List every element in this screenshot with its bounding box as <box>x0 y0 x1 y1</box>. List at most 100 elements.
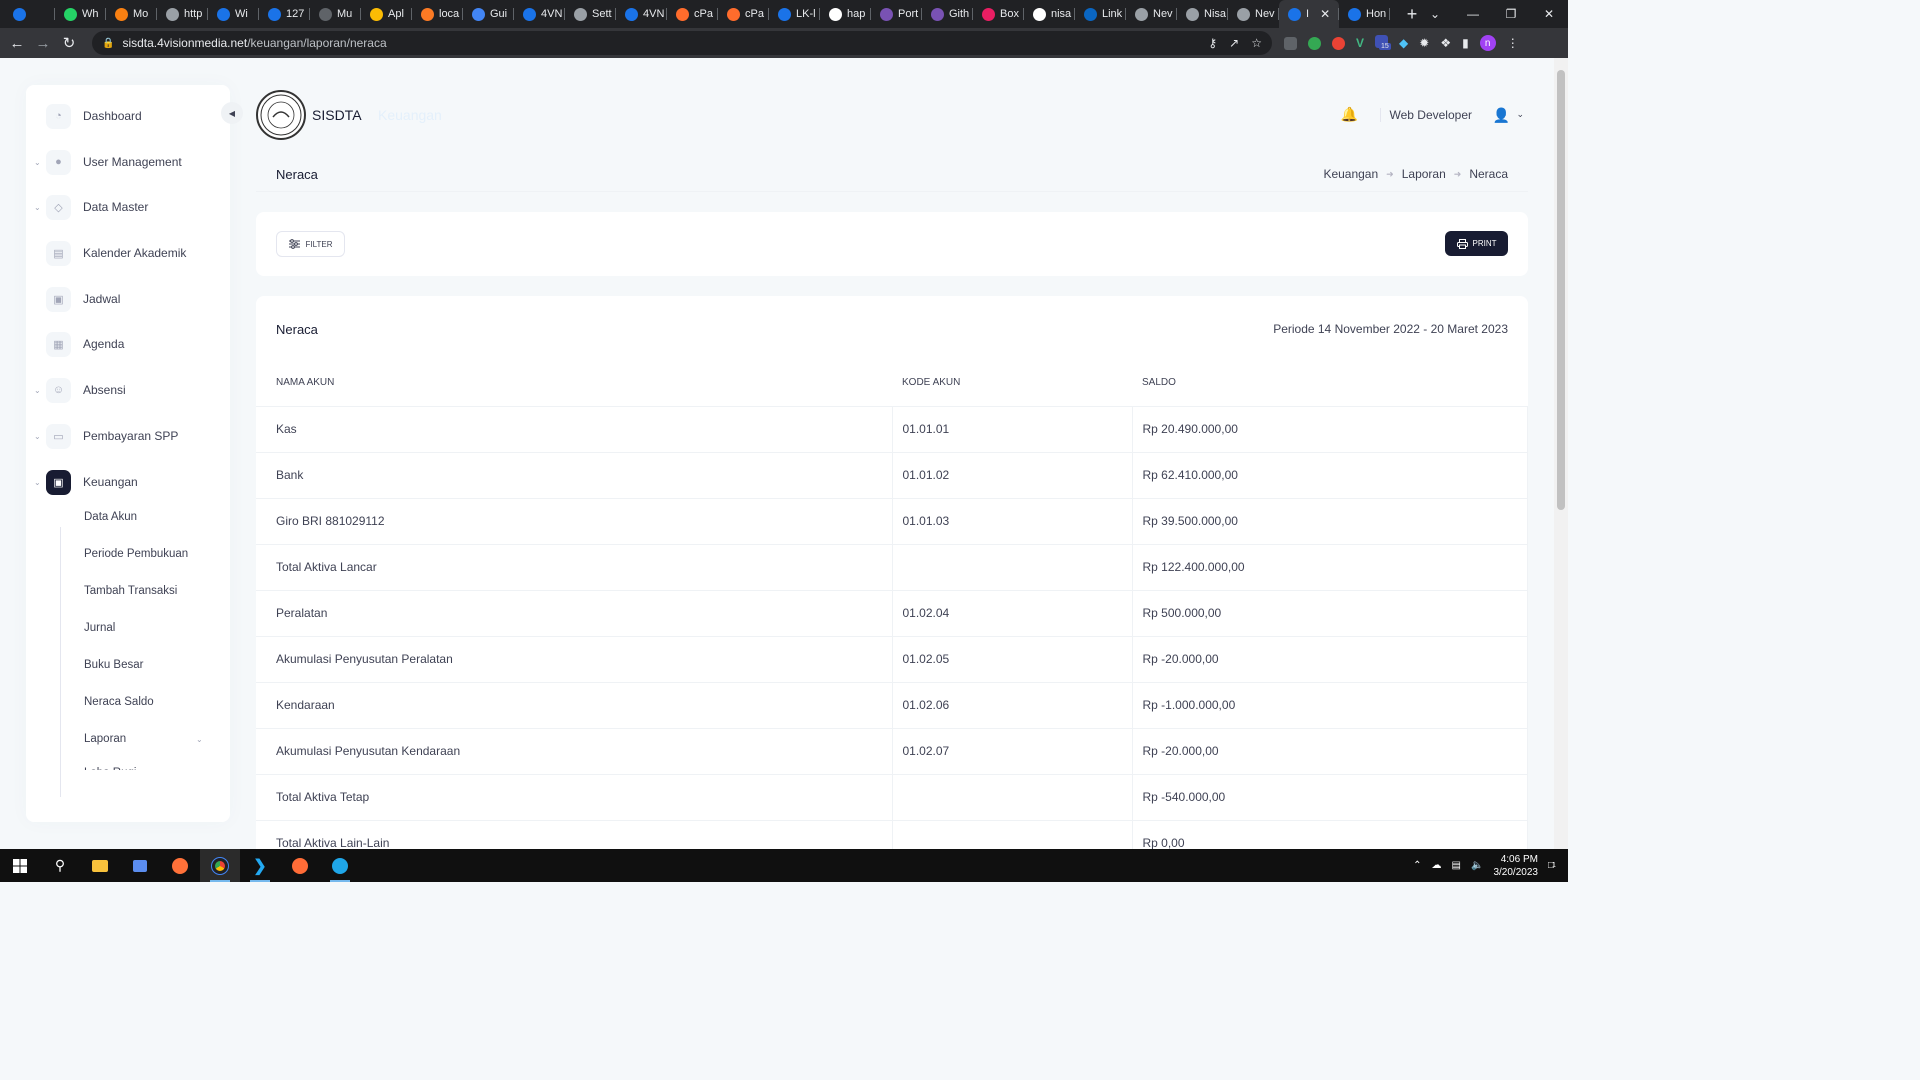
sidebar-item-dashboard[interactable]: ◔ Dashboard <box>26 98 230 134</box>
browser-tab[interactable]: 4VN <box>514 0 565 28</box>
browser-tab[interactable]: Box <box>973 0 1024 28</box>
restore-button[interactable]: ❐ <box>1492 7 1530 21</box>
browser-tab[interactable]: hap <box>820 0 871 28</box>
user-avatar-icon[interactable]: 👤 <box>1493 107 1510 124</box>
chevron-down-icon[interactable]: ⌄ <box>34 478 41 487</box>
sidebar-item-keuangan[interactable]: ⌄ ▣ Keuangan <box>26 464 230 500</box>
share-icon[interactable]: ↗ <box>1229 36 1239 50</box>
sidebar-item-agenda[interactable]: ▦ Agenda <box>26 326 230 362</box>
print-button[interactable]: PRINT <box>1445 231 1508 256</box>
notification-icon[interactable]: □ 1 <box>1548 860 1556 871</box>
chevron-down-icon[interactable]: ⌄ <box>1516 109 1524 120</box>
submenu-item[interactable]: Laporan <box>84 733 126 745</box>
search-icon[interactable]: ⚲ <box>40 849 80 882</box>
edge-dev-icon[interactable] <box>320 849 360 882</box>
browser-tab[interactable]: http <box>157 0 208 28</box>
breadcrumb-item[interactable]: Laporan <box>1402 167 1446 181</box>
browser-tab[interactable]: Mo <box>106 0 157 28</box>
submenu-item[interactable]: Buku Besar <box>84 659 143 671</box>
address-bar[interactable]: 🔒 sisdta.4visionmedia.net/keuangan/lapor… <box>92 31 1272 55</box>
browser-tab[interactable]: Hon <box>1339 0 1390 28</box>
submenu-item[interactable]: Tambah Transaksi <box>84 585 177 597</box>
chrome-icon[interactable] <box>200 849 240 882</box>
bell-icon[interactable]: 🔔 <box>1341 106 1358 123</box>
sidebar-item-jadwal[interactable]: ▣ Jadwal <box>26 281 230 317</box>
browser-tab[interactable] <box>4 0 55 28</box>
vue-devtools-icon[interactable]: V <box>1356 36 1364 50</box>
submenu-item[interactable]: Laba Rugi <box>84 767 136 770</box>
browser-tab[interactable]: Nisa <box>1177 0 1228 28</box>
browser-tab[interactable]: Gui <box>463 0 514 28</box>
postman-icon[interactable] <box>280 849 320 882</box>
sidebar-collapse-button[interactable]: ◀ <box>221 102 243 124</box>
browser-tab[interactable]: cPa <box>667 0 718 28</box>
sidebar-item-pembayaran-spp[interactable]: ⌄ ▭ Pembayaran SPP <box>26 418 230 454</box>
browser-tab[interactable]: nisa <box>1024 0 1075 28</box>
submenu-item[interactable]: Jurnal <box>84 622 115 634</box>
browser-tab[interactable]: Apl <box>361 0 412 28</box>
chevron-down-icon[interactable]: ⌄ <box>34 158 41 167</box>
browser-tab[interactable]: 127 <box>259 0 310 28</box>
network-icon[interactable]: ▤ <box>1452 860 1461 871</box>
user-name[interactable]: Web Developer <box>1390 108 1473 122</box>
submenu-item[interactable]: Neraca Saldo <box>84 696 154 708</box>
browser-tab[interactable]: Gith <box>922 0 973 28</box>
extension-icon[interactable] <box>1308 36 1321 50</box>
windows-start-icon[interactable] <box>0 849 40 882</box>
sidebar-item-absensi[interactable]: ⌄ ☺ Absensi <box>26 372 230 408</box>
minimize-button[interactable]: — <box>1454 7 1492 21</box>
browser-tab[interactable]: 4VN <box>616 0 667 28</box>
submenu-item[interactable]: Periode Pembukuan <box>84 548 188 560</box>
close-window-button[interactable]: ✕ <box>1530 7 1568 21</box>
browser-tab[interactable]: cPa <box>718 0 769 28</box>
chevron-down-icon[interactable]: ⌄ <box>34 386 41 395</box>
extension-icon[interactable] <box>1284 36 1297 50</box>
extension-icon[interactable] <box>1332 36 1345 50</box>
sidebar-item-user-management[interactable]: ⌄ ● User Management <box>26 144 230 180</box>
sidebar-item-kalender-akademik[interactable]: ▤ Kalender Akademik <box>26 235 230 271</box>
browser-tab[interactable]: Sett <box>565 0 616 28</box>
browser-tab[interactable]: Wh <box>55 0 106 28</box>
network-app-icon[interactable] <box>120 849 160 882</box>
gem-icon[interactable]: ◆ <box>1399 36 1408 50</box>
filter-button[interactable]: FILTER <box>276 231 345 257</box>
volume-icon[interactable]: 🔈 <box>1471 860 1483 871</box>
extension-icon[interactable]: 15 <box>1375 35 1391 51</box>
close-tab-icon[interactable]: ✕ <box>1320 7 1330 21</box>
react-icon[interactable]: ✹ <box>1419 36 1429 50</box>
profile-avatar[interactable]: n <box>1479 35 1496 51</box>
reload-button[interactable]: ↻ <box>56 34 82 52</box>
forward-button[interactable]: → <box>30 35 56 52</box>
firefox-icon[interactable] <box>160 849 200 882</box>
account-balance: Rp -1.000.000,00 <box>1131 682 1528 729</box>
browser-tab[interactable]: Port <box>871 0 922 28</box>
browser-tab[interactable]: Nev <box>1126 0 1177 28</box>
tab-search-icon[interactable]: ⌄ <box>1416 7 1454 21</box>
back-button[interactable]: ← <box>4 35 30 52</box>
clock[interactable]: 4:06 PM 3/20/2023 <box>1493 853 1538 879</box>
browser-tab[interactable]: loca <box>412 0 463 28</box>
browser-tab[interactable]: Wi <box>208 0 259 28</box>
kebab-menu-icon[interactable]: ⋮ <box>1507 36 1519 50</box>
bookmark-star-icon[interactable]: ☆ <box>1251 36 1262 50</box>
chevron-down-icon[interactable]: ⌄ <box>34 432 41 441</box>
cloud-icon[interactable]: ☁ <box>1432 860 1442 871</box>
submenu-item[interactable]: Data Akun <box>84 511 137 523</box>
browser-tab[interactable]: LK-l <box>769 0 820 28</box>
puzzle-icon[interactable]: ❖ <box>1440 36 1451 50</box>
browser-tab[interactable]: I ✕ <box>1279 0 1339 28</box>
vscode-icon[interactable]: ❯ <box>240 849 280 882</box>
scrollbar-thumb[interactable] <box>1557 70 1565 510</box>
chevron-down-icon[interactable]: ⌄ <box>196 735 203 744</box>
browser-tab[interactable]: Mu <box>310 0 361 28</box>
sidepanel-icon[interactable]: ▮ <box>1462 36 1469 50</box>
breadcrumb-item[interactable]: Keuangan <box>1323 167 1378 181</box>
chevron-down-icon[interactable]: ⌄ <box>34 203 41 212</box>
file-explorer-icon[interactable] <box>80 849 120 882</box>
browser-tab[interactable]: Link <box>1075 0 1126 28</box>
chevron-up-icon[interactable]: ⌃ <box>1413 860 1421 871</box>
sidebar-item-data-master[interactable]: ⌄ ◇ Data Master <box>26 189 230 225</box>
page-scrollbar[interactable] <box>1554 58 1568 849</box>
browser-tab[interactable]: Nev <box>1228 0 1279 28</box>
key-icon[interactable]: ⚷ <box>1208 36 1217 50</box>
